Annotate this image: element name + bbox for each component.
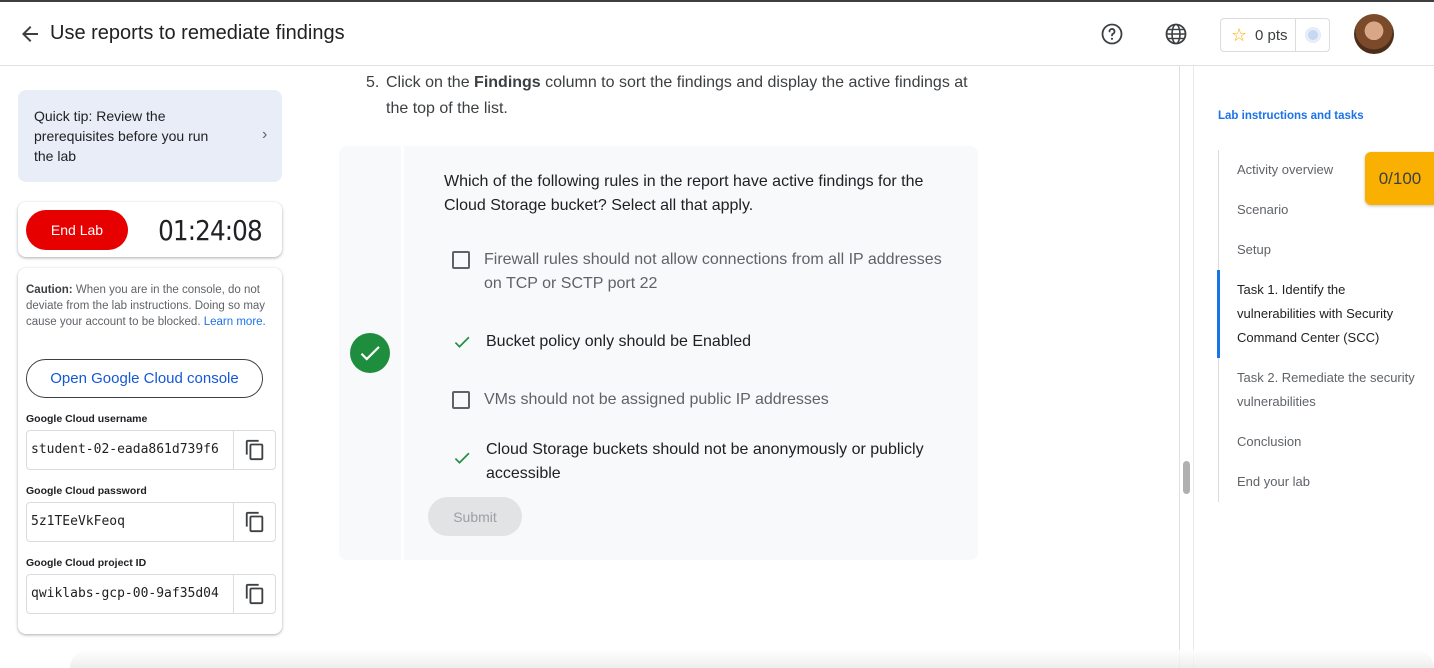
- language-button[interactable]: [1164, 22, 1188, 46]
- option-label: Bucket policy only should be Enabled: [486, 333, 752, 350]
- step-number: 5.: [366, 74, 380, 91]
- quiz-divider: [401, 146, 404, 560]
- check-icon[interactable]: [452, 448, 472, 468]
- checkbox-unchecked[interactable]: [452, 251, 470, 269]
- toc-title: Lab instructions and tasks: [1218, 110, 1364, 122]
- timer-card: End Lab 01:24:08: [18, 202, 282, 257]
- scrollbar[interactable]: [1179, 66, 1194, 668]
- help-circle-icon: [1101, 23, 1123, 45]
- page-title: Use reports to remediate findings: [50, 22, 345, 44]
- globe-icon: [1165, 23, 1187, 45]
- open-console-button[interactable]: Open Google Cloud console: [26, 359, 263, 398]
- lab-timer: 01:24:08: [158, 214, 263, 247]
- step-body: Click on the Findings column to sort the…: [386, 70, 976, 122]
- quick-tip-card[interactable]: Quick tip: Review the prerequisites befo…: [18, 90, 282, 182]
- toc-item-setup[interactable]: Setup: [1219, 230, 1418, 270]
- project-field: qwiklabs-gcp-00-9af35d04: [26, 574, 276, 614]
- scrollbar-thumb[interactable]: [1183, 461, 1190, 494]
- username-field: student-02-eada861d739f6: [26, 430, 276, 470]
- copy-icon: [245, 511, 263, 533]
- username-label: Google Cloud username: [26, 413, 148, 425]
- quiz-card: Which of the following rules in the repo…: [339, 146, 978, 560]
- option-label: Cloud Storage buckets should not be anon…: [486, 441, 924, 482]
- badge-icon: [1295, 19, 1329, 51]
- arrow-left-icon: [22, 26, 38, 42]
- project-label: Google Cloud project ID: [26, 557, 147, 569]
- app-header: Use reports to remediate findings ☆ 0 pt…: [0, 0, 1434, 66]
- copy-icon: [245, 583, 263, 605]
- chevron-right-icon: ›: [262, 126, 268, 143]
- caution-text: Caution: When you are in the console, do…: [26, 282, 276, 330]
- password-label: Google Cloud password: [26, 485, 147, 497]
- quiz-question: Which of the following rules in the repo…: [444, 173, 924, 214]
- option-label: Firewall rules should not allow connecti…: [484, 251, 942, 292]
- copy-password-button[interactable]: [233, 503, 275, 541]
- check-icon: [360, 346, 380, 361]
- quiz-option[interactable]: Cloud Storage buckets should not be anon…: [452, 438, 956, 486]
- toc-item-conclusion[interactable]: Conclusion: [1219, 422, 1418, 462]
- quiz-option[interactable]: VMs should not be assigned public IP add…: [452, 388, 954, 412]
- score-badge[interactable]: 0/100: [1365, 152, 1434, 205]
- quick-tip-text: Quick tip: Review the prerequisites befo…: [34, 108, 209, 164]
- avatar[interactable]: [1354, 14, 1394, 54]
- username-value[interactable]: student-02-eada861d739f6: [31, 442, 227, 457]
- option-label: VMs should not be assigned public IP add…: [484, 391, 829, 408]
- help-button[interactable]: [1100, 22, 1124, 46]
- learn-more-link[interactable]: Learn more.: [204, 316, 266, 328]
- star-icon: ☆: [1231, 25, 1248, 45]
- checkbox-unchecked[interactable]: [452, 391, 470, 409]
- copy-username-button[interactable]: [233, 431, 275, 469]
- toc-item-task-2[interactable]: Task 2. Remediate the security vulnerabi…: [1219, 358, 1418, 422]
- end-lab-button[interactable]: End Lab: [26, 210, 128, 250]
- step-text-before: Click on the: [386, 74, 475, 91]
- caution-label: Caution:: [26, 284, 73, 296]
- bottom-shadow: [70, 650, 1434, 668]
- quiz-option[interactable]: Bucket policy only should be Enabled: [452, 330, 956, 354]
- project-value[interactable]: qwiklabs-gcp-00-9af35d04: [31, 586, 227, 601]
- check-icon[interactable]: [452, 332, 472, 352]
- toc-item-task-1[interactable]: Task 1. Identify the vulnerabilities wit…: [1217, 270, 1418, 358]
- back-button[interactable]: [18, 22, 42, 46]
- copy-project-button[interactable]: [233, 575, 275, 613]
- quiz-correct-badge: [350, 333, 390, 373]
- password-value[interactable]: 5z1TEeVkFeoq: [31, 514, 227, 529]
- points-label: 0 pts: [1255, 26, 1288, 44]
- submit-button[interactable]: Submit: [428, 497, 522, 536]
- credentials-card: Caution: When you are in the console, do…: [18, 268, 282, 634]
- points-display[interactable]: ☆ 0 pts: [1220, 18, 1330, 52]
- quiz-option[interactable]: Firewall rules should not allow connecti…: [452, 248, 954, 296]
- toc-item-end-lab[interactable]: End your lab: [1219, 462, 1418, 502]
- step-bold: Findings: [474, 74, 541, 91]
- password-field: 5z1TEeVkFeoq: [26, 502, 276, 542]
- copy-icon: [245, 439, 263, 461]
